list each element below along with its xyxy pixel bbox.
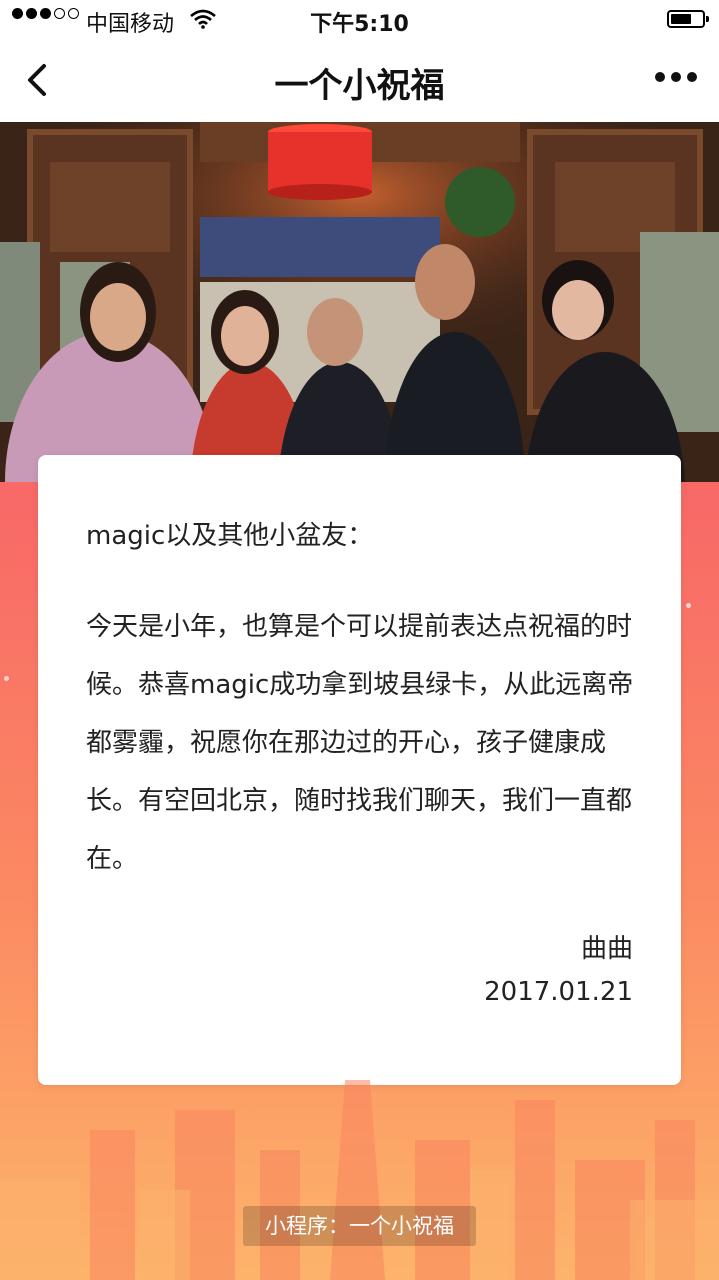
blessing-card: magic以及其他小盆友： 今天是小年，也算是个可以提前表达点祝福的时候。恭喜m…: [38, 455, 681, 1085]
mini-program-label[interactable]: 小程序：一个小祝福: [243, 1206, 476, 1246]
city-skyline-decoration: [0, 1080, 719, 1280]
status-bar: 中国移动 下午5:10: [0, 0, 719, 40]
page-title: 一个小祝福: [274, 66, 445, 106]
sparkle-decoration: [4, 676, 9, 681]
card-message: 今天是小年，也算是个可以提前表达点祝福的时候。恭喜magic成功拿到坡县绿卡，从…: [86, 612, 634, 874]
nav-bar: 一个小祝福: [0, 40, 719, 122]
more-dots-icon[interactable]: [649, 72, 697, 82]
card-date: 2017.01.21: [484, 977, 633, 1007]
battery-icon: [667, 10, 709, 28]
header-photo: [0, 122, 719, 482]
card-signature: 曲曲: [580, 934, 633, 964]
card-greeting: magic以及其他小盆友：: [86, 521, 374, 551]
status-time: 下午5:10: [310, 12, 409, 37]
sparkle-decoration: [686, 603, 691, 608]
